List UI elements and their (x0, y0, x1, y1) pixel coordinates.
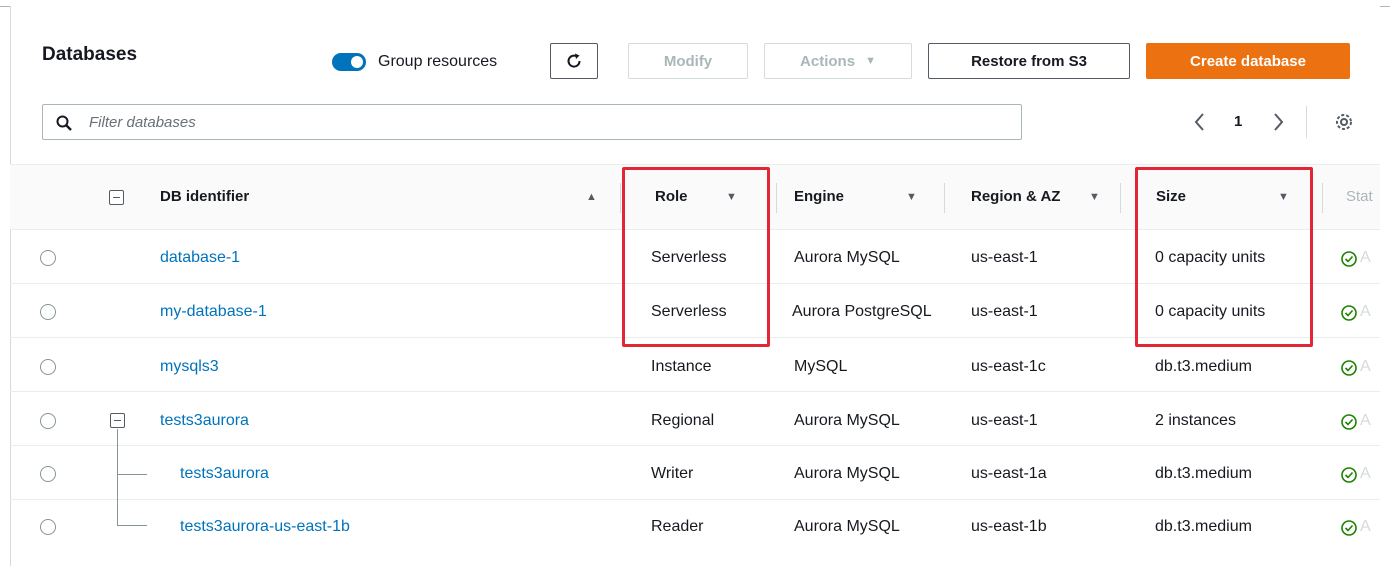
engine-cell: MySQL (794, 358, 848, 375)
check-circle-icon (1341, 360, 1357, 376)
region-cell: us-east-1 (971, 249, 1038, 266)
status-text: A (1360, 249, 1371, 266)
filter-placeholder: Filter databases (89, 114, 196, 131)
current-page[interactable]: 1 (1234, 113, 1242, 130)
db-identifier-link[interactable]: tests3aurora (160, 412, 249, 430)
role-cell: Regional (651, 412, 715, 429)
col-engine[interactable]: Engine (794, 188, 844, 205)
check-circle-icon (1341, 251, 1357, 267)
actions-button[interactable]: Actions ▼ (764, 43, 912, 79)
size-cell: db.t3.medium (1155, 358, 1252, 375)
restore-from-s3-button[interactable]: Restore from S3 (928, 43, 1130, 79)
collapse-all-icon[interactable] (109, 190, 124, 205)
sort-icon-region[interactable]: ▼ (1089, 191, 1100, 203)
row-select-radio[interactable] (40, 359, 56, 375)
role-highlight-box (622, 167, 770, 347)
row-select-radio[interactable] (40, 466, 56, 482)
create-database-button[interactable]: Create database (1146, 43, 1350, 79)
actions-label: Actions (800, 52, 856, 70)
region-cell: us-east-1b (971, 518, 1047, 535)
size-cell: db.t3.medium (1155, 518, 1252, 535)
column-divider (1322, 183, 1323, 213)
filter-databases-input[interactable]: Filter databases (42, 104, 1022, 140)
chevron-left-icon[interactable] (1192, 110, 1208, 134)
size-cell: 2 instances (1155, 412, 1236, 429)
group-resources-label: Group resources (378, 53, 498, 70)
column-divider (776, 183, 777, 213)
engine-cell: Aurora MySQL (794, 465, 900, 482)
refresh-button[interactable] (550, 43, 598, 79)
region-cell: us-east-1c (971, 358, 1046, 375)
db-identifier-link[interactable]: tests3aurora (180, 465, 269, 483)
column-divider (620, 183, 621, 213)
toggle-knob (351, 56, 363, 68)
col-db-identifier[interactable]: DB identifier (160, 188, 249, 205)
db-identifier-link[interactable]: mysqls3 (160, 358, 219, 376)
tree-connector (117, 429, 118, 525)
row-select-radio[interactable] (40, 413, 56, 429)
tree-connector (117, 474, 147, 475)
check-circle-icon (1341, 414, 1357, 430)
page-title: Databases (42, 44, 138, 65)
engine-cell: Aurora MySQL (794, 518, 900, 535)
region-cell: us-east-1 (971, 303, 1038, 320)
status-text: A (1360, 303, 1371, 320)
db-identifier-link[interactable]: my-database-1 (160, 303, 267, 321)
sort-asc-icon[interactable]: ▲ (586, 191, 597, 203)
engine-cell: Aurora PostgreSQL (792, 303, 932, 320)
engine-cell: Aurora MySQL (794, 412, 900, 429)
column-divider (1120, 183, 1121, 213)
check-circle-icon (1341, 305, 1357, 321)
size-cell: db.t3.medium (1155, 465, 1252, 482)
refresh-icon (567, 53, 581, 68)
gear-icon[interactable] (1334, 112, 1354, 132)
column-divider (944, 183, 945, 213)
engine-cell: Aurora MySQL (794, 249, 900, 266)
status-text: A (1360, 465, 1371, 482)
role-cell: Reader (651, 518, 704, 535)
search-icon (56, 115, 72, 131)
db-identifier-link[interactable]: tests3aurora-us-east-1b (180, 518, 350, 536)
tree-connector (117, 525, 147, 526)
group-resources-toggle[interactable] (332, 53, 366, 71)
pager-divider (1306, 106, 1307, 138)
col-status[interactable]: Stat (1346, 188, 1373, 205)
row-select-radio[interactable] (40, 519, 56, 535)
region-cell: us-east-1a (971, 465, 1047, 482)
status-text: A (1360, 412, 1371, 429)
role-cell: Instance (651, 358, 712, 375)
role-cell: Writer (651, 465, 694, 482)
collapse-icon[interactable] (110, 413, 125, 428)
col-region[interactable]: Region & AZ (971, 188, 1060, 205)
check-circle-icon (1341, 520, 1357, 536)
status-text: A (1360, 358, 1371, 375)
region-cell: us-east-1 (971, 412, 1038, 429)
sort-icon-engine[interactable]: ▼ (906, 191, 917, 203)
row-select-radio[interactable] (40, 250, 56, 266)
row-select-radio[interactable] (40, 304, 56, 320)
caret-down-icon: ▼ (865, 55, 876, 67)
modify-button[interactable]: Modify (628, 43, 748, 79)
status-text: A (1360, 518, 1371, 535)
check-circle-icon (1341, 467, 1357, 483)
db-identifier-link[interactable]: database-1 (160, 249, 240, 267)
size-highlight-box (1135, 167, 1313, 347)
chevron-right-icon[interactable] (1270, 110, 1286, 134)
